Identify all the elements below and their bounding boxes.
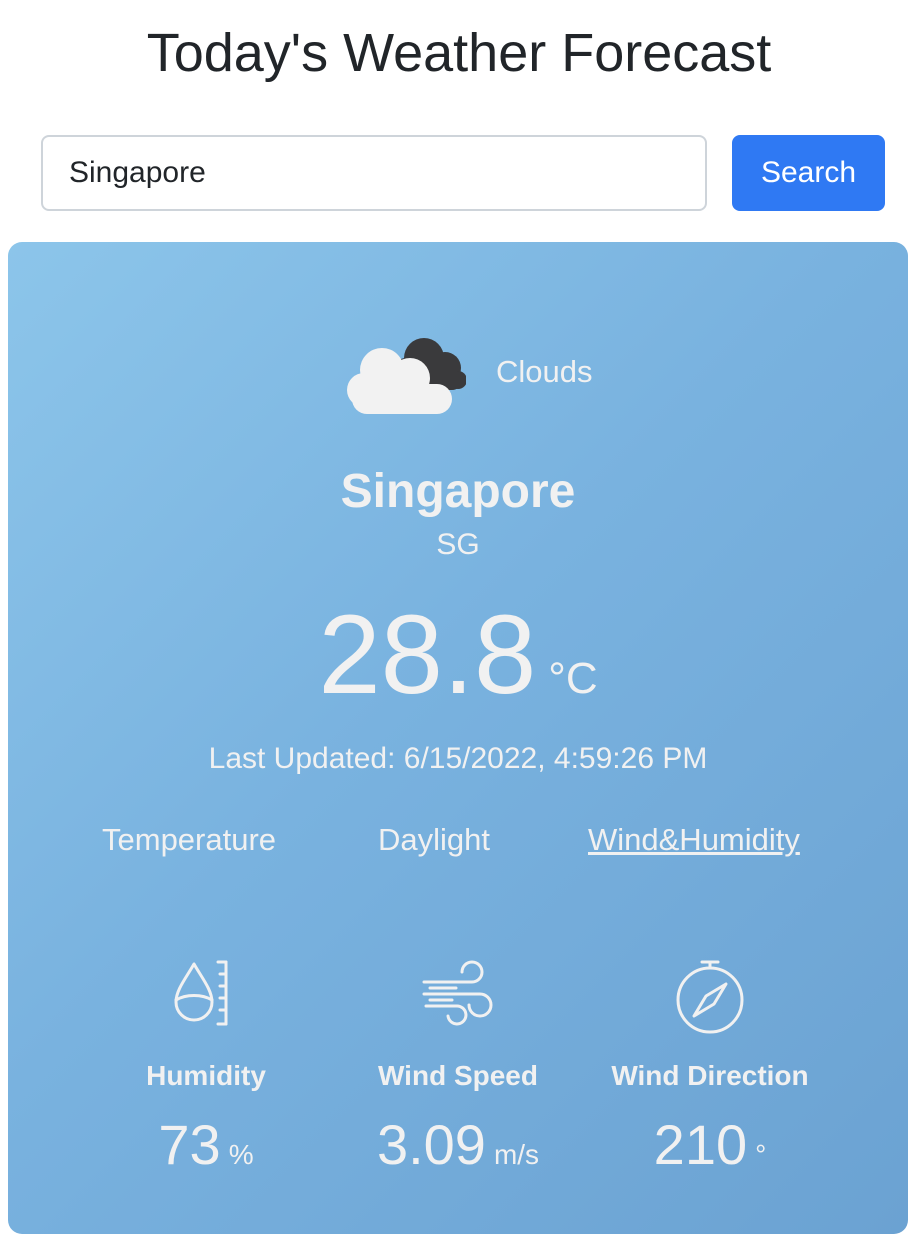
condition-text: Clouds <box>496 354 593 389</box>
wind-direction-unit: ° <box>755 1139 767 1170</box>
wind-direction-label: Wind Direction <box>611 1060 809 1091</box>
temperature-row: 28.8 °C <box>8 590 908 720</box>
wind-speed-unit: m/s <box>493 1139 540 1170</box>
tab-daylight[interactable]: Daylight <box>378 822 490 858</box>
temperature-unit: °C <box>548 654 598 703</box>
wind-speed-stat: Wind Speed 3.09 m/s <box>328 954 588 1177</box>
country-code: SG <box>436 528 480 561</box>
humidity-value: 73 <box>158 1113 221 1176</box>
wind-direction-stat: Wind Direction 210 ° <box>580 954 840 1177</box>
humidity-unit: % <box>228 1139 254 1170</box>
humidity-icon <box>174 960 228 1026</box>
tab-temperature[interactable]: Temperature <box>102 822 276 858</box>
condition-row: Clouds <box>8 332 908 422</box>
wind-speed-value-row: 3.09 m/s <box>328 1112 588 1177</box>
search-button[interactable]: Search <box>732 135 885 211</box>
wind-direction-value-row: 210 ° <box>580 1112 840 1177</box>
last-updated: Last Updated: 6/15/2022, 4:59:26 PM <box>208 742 708 775</box>
search-input[interactable] <box>41 135 707 211</box>
humidity-stat: Humidity 73% <box>76 954 336 1177</box>
cloud-icon <box>347 338 466 414</box>
wind-speed-value: 3.09 <box>376 1113 486 1176</box>
wind-direction-value: 210 <box>653 1113 748 1176</box>
weather-card: Clouds Singapore SG 28.8 °C Last Updated:… <box>8 242 908 1234</box>
tab-wind-humidity[interactable]: Wind&Humidity <box>588 822 800 858</box>
compass-icon <box>676 960 744 1034</box>
humidity-label: Humidity <box>146 1060 266 1091</box>
city-name: Singapore <box>340 465 576 518</box>
wind-speed-label: Wind Speed <box>378 1060 538 1091</box>
humidity-value-row: 73% <box>76 1112 336 1177</box>
page-title: Today's Weather Forecast <box>146 23 772 83</box>
wind-icon <box>422 960 493 1026</box>
temperature-value: 28.8 <box>318 592 537 717</box>
